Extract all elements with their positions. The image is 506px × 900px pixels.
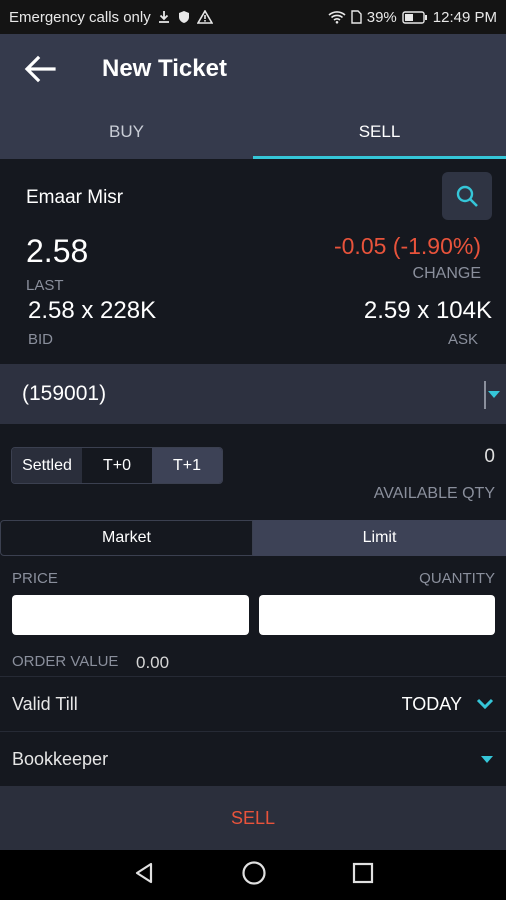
- tab-buy[interactable]: BUY: [0, 104, 253, 159]
- settlement-option-t0[interactable]: T+0: [82, 448, 152, 483]
- nav-recents-icon[interactable]: [352, 862, 374, 889]
- account-value: (159001): [22, 382, 107, 405]
- status-bar: Emergency calls only 39% 12:49 PM: [0, 0, 506, 34]
- last-label: LAST: [26, 277, 64, 294]
- search-button[interactable]: [442, 172, 492, 220]
- price-quantity-section: PRICE QUANTITY ORDER VALUE 0.00: [0, 556, 506, 676]
- change-label: CHANGE: [412, 265, 481, 282]
- bookkeeper-label: Bookkeeper: [12, 748, 109, 769]
- order-value-label: ORDER VALUE: [12, 653, 119, 670]
- order-type-limit[interactable]: Limit: [253, 520, 506, 556]
- settlement-option-t1[interactable]: T+1: [152, 448, 222, 483]
- company-name: Emaar Misr: [26, 187, 124, 208]
- sell-button[interactable]: SELL: [0, 786, 506, 850]
- search-icon: [456, 185, 478, 207]
- caret-down-icon: [481, 756, 493, 763]
- sell-button-label: SELL: [230, 807, 276, 828]
- back-button[interactable]: [0, 34, 80, 104]
- chevron-down-icon: [476, 698, 494, 710]
- arrow-left-icon: [24, 55, 56, 83]
- valid-till-label: Valid Till: [12, 693, 78, 714]
- order-type-segmented-control: Market Limit: [0, 520, 506, 556]
- battery-icon: [402, 10, 428, 24]
- available-qty-label: AVAILABLE QTY: [373, 485, 495, 502]
- order-type-market[interactable]: Market: [0, 520, 253, 556]
- status-left: Emergency calls only: [9, 9, 213, 26]
- quantity-input[interactable]: [259, 595, 495, 635]
- download-icon: [157, 10, 171, 24]
- system-navigation-bar: [0, 850, 506, 900]
- change-value: -0.05 (-1.90%): [333, 233, 481, 259]
- clock: 12:49 PM: [432, 8, 497, 26]
- carrier-text: Emergency calls only: [9, 8, 151, 26]
- bookkeeper-selector[interactable]: [480, 754, 494, 764]
- shield-icon: [177, 10, 191, 24]
- warning-icon: [196, 10, 213, 24]
- page-title: New Ticket: [102, 55, 227, 82]
- status-right: 39% 12:49 PM: [328, 9, 497, 26]
- valid-till-selector[interactable]: TODAY: [402, 694, 494, 715]
- account-dropdown[interactable]: (159001): [0, 364, 506, 424]
- bid-value: 2.58 x 228K: [28, 297, 157, 324]
- valid-till-value: TODAY: [401, 693, 462, 714]
- quantity-label: QUANTITY: [419, 570, 495, 587]
- available-qty-value: 0: [484, 446, 495, 467]
- valid-till-row[interactable]: Valid Till TODAY: [0, 676, 506, 731]
- caret-down-icon: [484, 381, 500, 409]
- sim-icon: [351, 10, 362, 24]
- buy-sell-tabs: BUY SELL: [0, 104, 506, 159]
- last-price: 2.58: [26, 233, 89, 269]
- ask-label: ASK: [447, 331, 478, 348]
- nav-home-icon[interactable]: [241, 860, 267, 891]
- quote-card: Emaar Misr 2.58 LAST -0.05 (-1.90%) CHAN…: [0, 159, 506, 364]
- battery-percent: 39%: [366, 8, 397, 26]
- bookkeeper-row[interactable]: Bookkeeper: [0, 731, 506, 786]
- settlement-section: Settled T+0 T+1 0 AVAILABLE QTY: [0, 424, 506, 520]
- tab-sell[interactable]: SELL: [253, 104, 506, 159]
- app-bar: New Ticket: [0, 34, 506, 104]
- price-input[interactable]: [12, 595, 249, 635]
- settlement-segmented-control: Settled T+0 T+1: [11, 447, 223, 484]
- order-value: 0.00: [136, 653, 170, 672]
- nav-back-icon[interactable]: [132, 861, 156, 890]
- settlement-option-settled[interactable]: Settled: [12, 448, 82, 483]
- wifi-icon: [328, 10, 346, 24]
- ask-value: 2.59 x 104K: [363, 297, 492, 324]
- bid-label: BID: [28, 331, 54, 348]
- price-label: PRICE: [12, 570, 58, 587]
